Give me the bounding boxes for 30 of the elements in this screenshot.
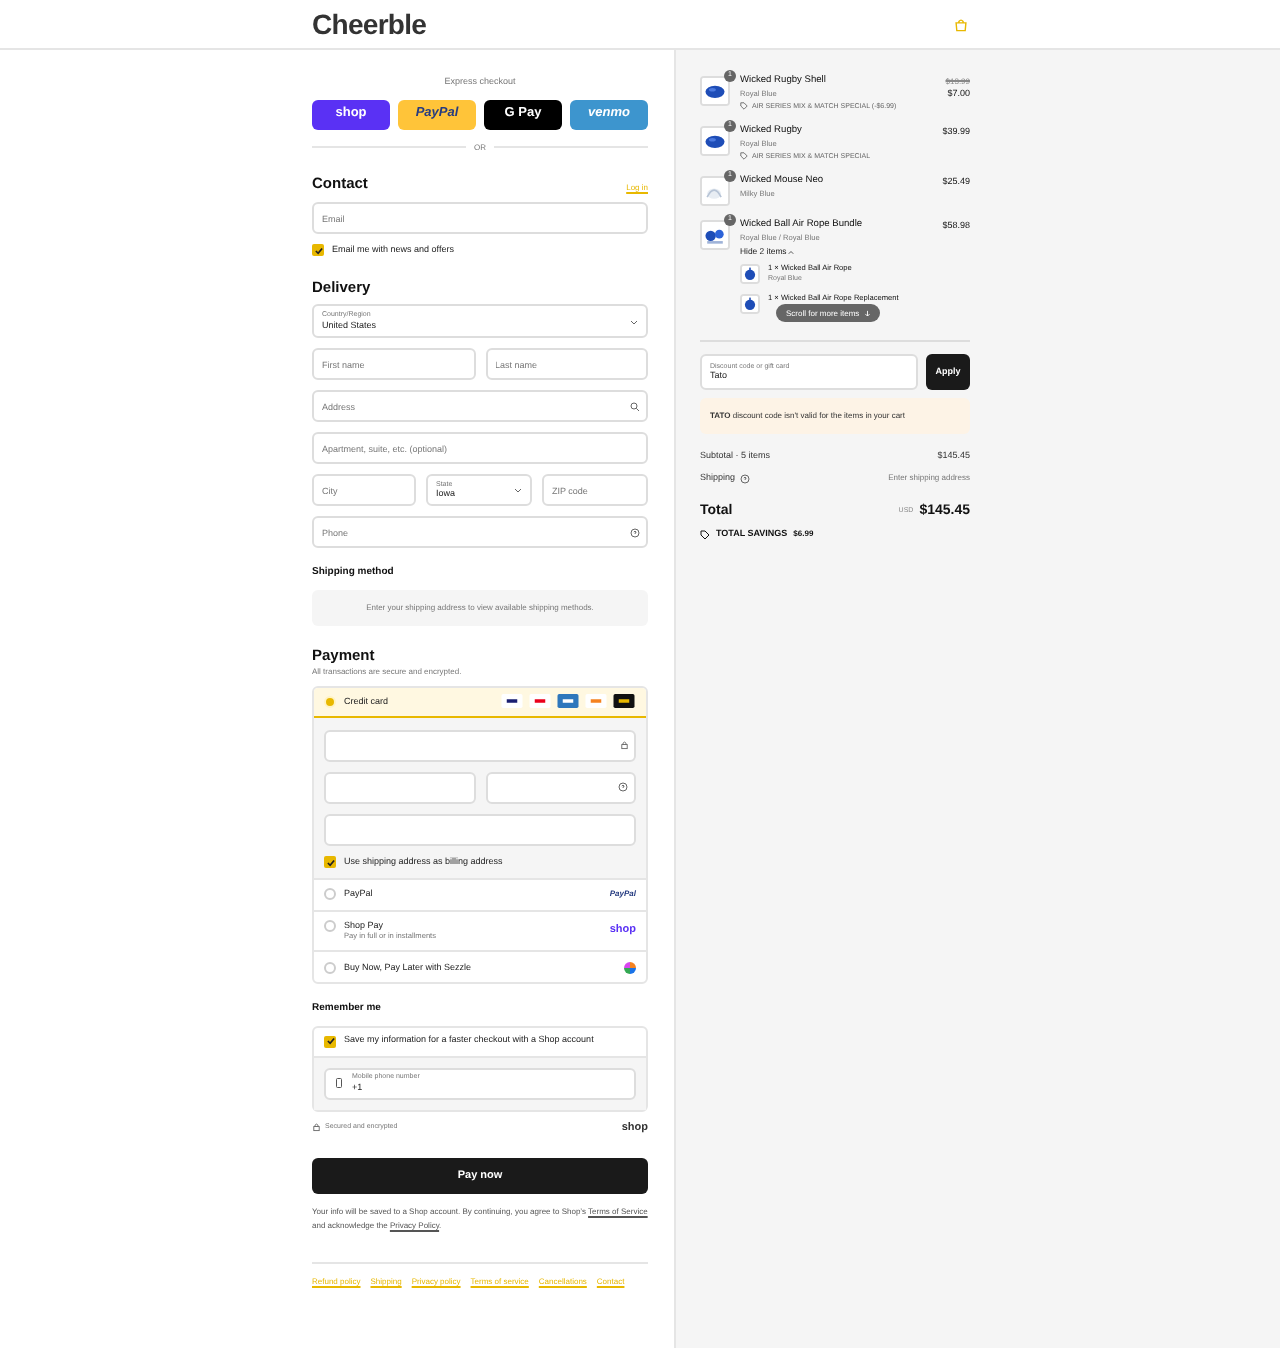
checkbox[interactable] <box>324 856 336 869</box>
checkbox[interactable] <box>312 244 324 257</box>
lock-icon <box>619 740 628 751</box>
chevron-up-icon <box>788 249 795 255</box>
tag-icon <box>740 102 748 110</box>
help-icon <box>739 473 750 484</box>
store-logo[interactable]: Cheerble <box>312 3 427 45</box>
card-brand-icon <box>584 694 608 709</box>
card-brand-icon <box>500 694 524 709</box>
card-brand-icon <box>556 694 580 709</box>
shopping-bag-icon[interactable] <box>954 17 968 31</box>
search-icon <box>630 401 640 411</box>
input-field[interactable] <box>485 771 636 804</box>
input-field[interactable] <box>324 729 636 762</box>
help-icon <box>630 527 640 537</box>
help-icon <box>618 782 628 793</box>
arrow-down-icon <box>863 309 871 317</box>
card-brand-icon <box>528 694 552 709</box>
input-field[interactable] <box>324 813 636 846</box>
input-field[interactable] <box>324 771 475 804</box>
lock-icon <box>312 1122 321 1133</box>
tag-icon <box>700 529 710 540</box>
radio-button[interactable] <box>324 919 336 931</box>
tag-icon <box>740 152 748 160</box>
sezzle-icon <box>624 961 636 974</box>
radio-button[interactable] <box>324 888 336 900</box>
checkbox[interactable] <box>324 1035 336 1048</box>
mobile-phone-icon <box>336 1078 342 1089</box>
radio-button[interactable] <box>324 961 336 974</box>
card-brand-icon <box>612 694 636 709</box>
